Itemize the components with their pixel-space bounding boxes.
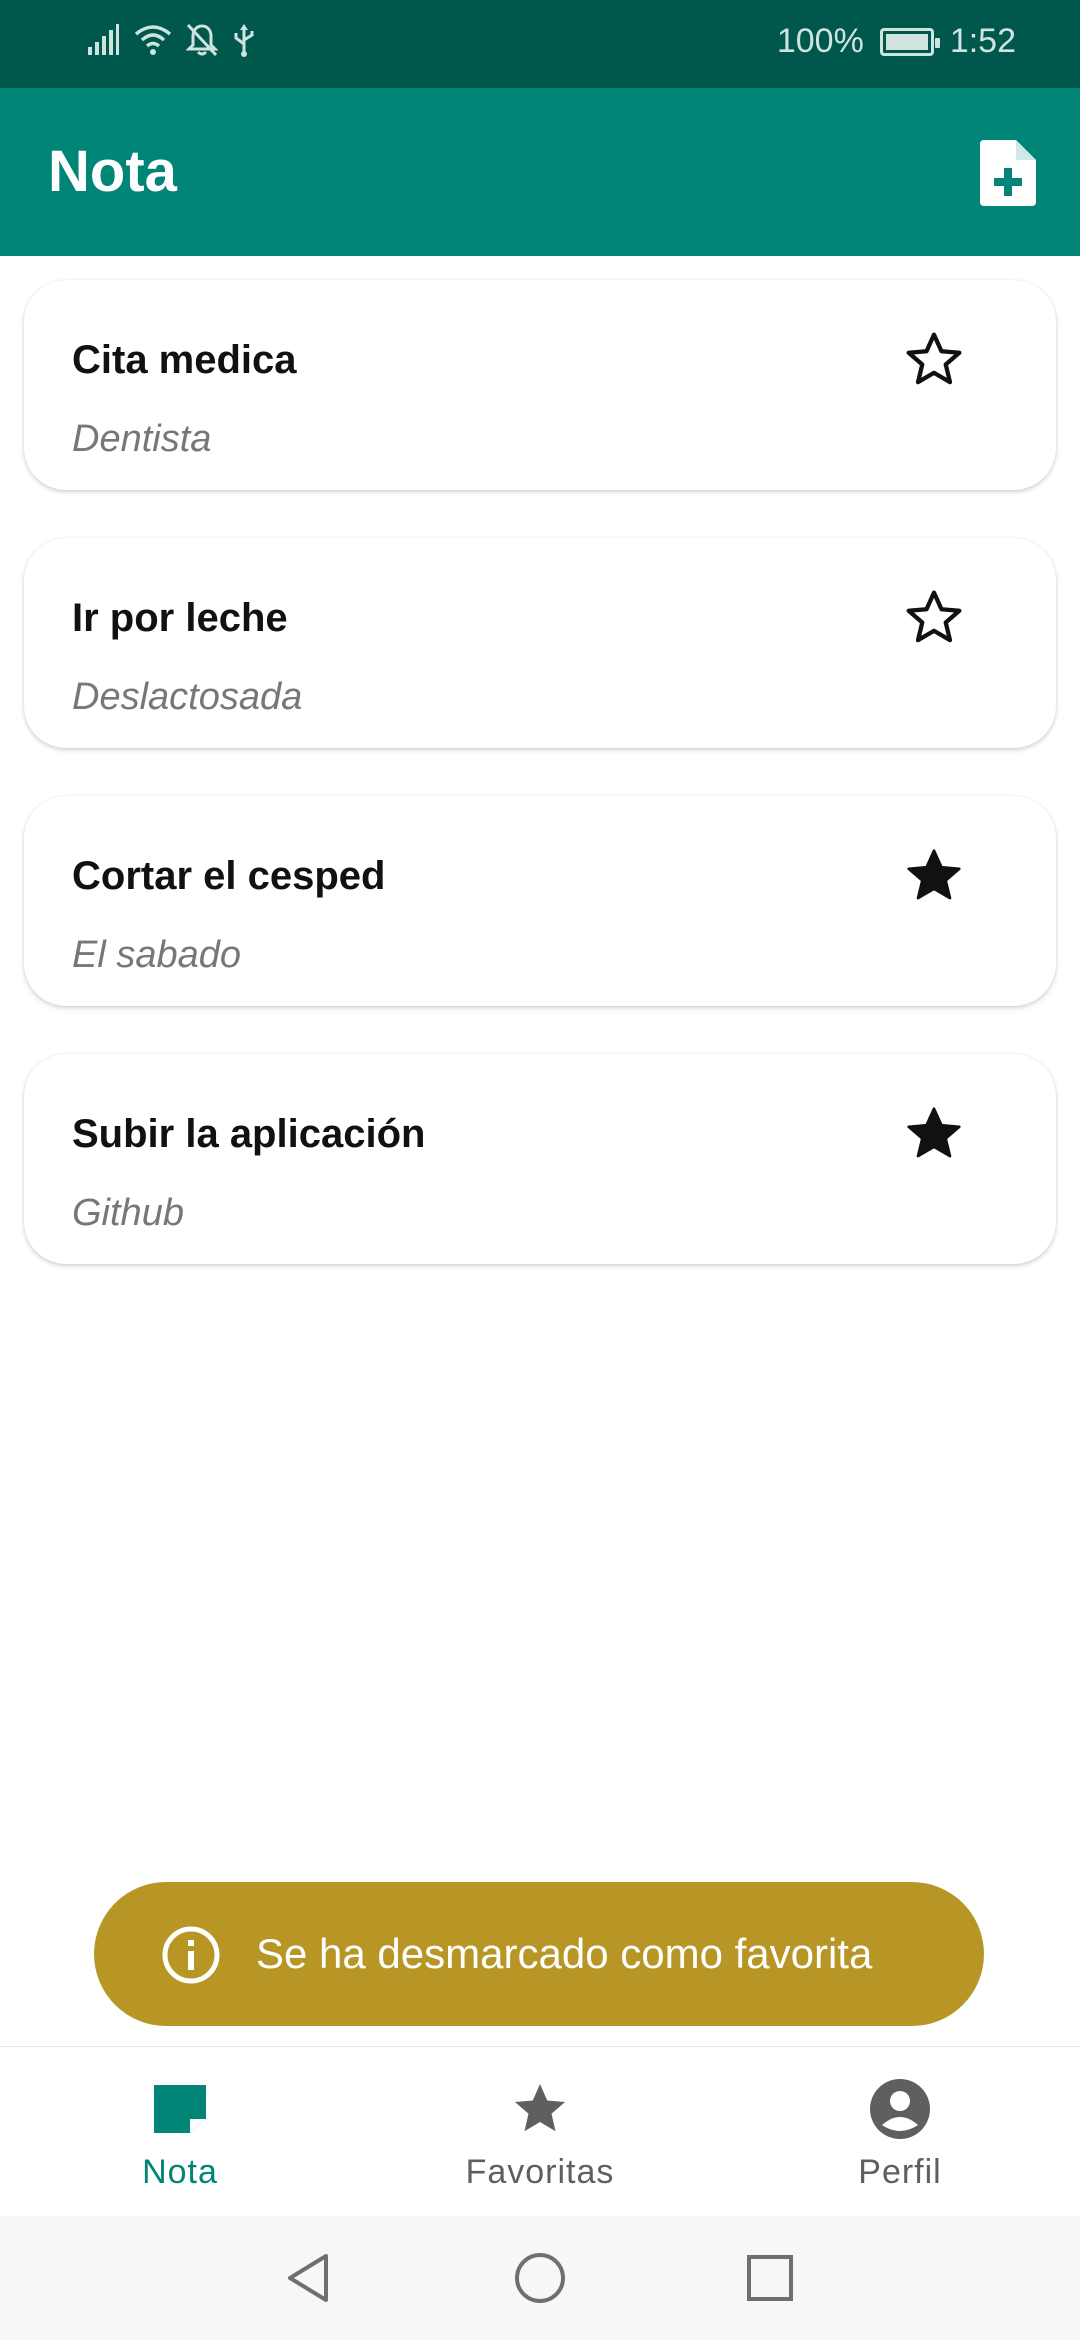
star-filled-icon[interactable] xyxy=(902,1102,966,1166)
note-title: Cita medica xyxy=(72,338,297,382)
home-icon[interactable] xyxy=(510,2248,570,2308)
app-bar: Nota xyxy=(0,88,1080,256)
nav-label: Perfil xyxy=(858,2153,942,2191)
clock: 1:52 xyxy=(949,22,1016,60)
page-title: Nota xyxy=(48,139,177,204)
note-subtitle: Deslactosada xyxy=(72,676,303,718)
note-subtitle: El sabado xyxy=(72,934,242,976)
star-icon xyxy=(515,2084,565,2132)
nav-item-nota[interactable]: Nota xyxy=(0,2047,360,2217)
system-navigation-bar xyxy=(0,2216,1080,2340)
nav-item-favoritas[interactable]: Favoritas xyxy=(360,2047,720,2217)
note-card[interactable]: Subir la aplicación Github xyxy=(24,1054,1056,1264)
nav-item-perfil[interactable]: Perfil xyxy=(720,2047,1080,2217)
note-card[interactable]: Ir por leche Deslactosada xyxy=(24,538,1056,748)
battery-icon xyxy=(879,27,940,56)
star-outline-icon[interactable] xyxy=(902,586,966,650)
note-card[interactable]: Cita medica Dentista xyxy=(24,280,1056,490)
nav-label: Nota xyxy=(142,2153,218,2191)
wifi-icon xyxy=(134,25,172,55)
status-icons xyxy=(86,22,256,58)
star-outline-icon[interactable] xyxy=(902,328,966,392)
note-icon xyxy=(154,2085,206,2133)
battery-percent: 100% xyxy=(776,22,864,60)
note-subtitle: Github xyxy=(72,1192,184,1234)
info-icon xyxy=(162,1926,220,1984)
status-bar: 100% 1:52 xyxy=(0,0,1080,88)
note-card[interactable]: Cortar el cesped El sabado xyxy=(24,796,1056,1006)
signal-icon xyxy=(88,24,119,55)
snackbar-message: Se ha desmarcado como favorita xyxy=(256,1930,873,1977)
bell-off-icon xyxy=(186,23,218,57)
back-icon[interactable] xyxy=(280,2248,340,2308)
note-subtitle: Dentista xyxy=(72,418,212,460)
bottom-navigation: Nota Favoritas Perfil xyxy=(0,2046,1080,2216)
note-title: Subir la aplicación xyxy=(72,1112,426,1156)
add-note-icon[interactable] xyxy=(980,140,1036,206)
account-icon xyxy=(870,2079,930,2139)
snackbar: Se ha desmarcado como favorita xyxy=(94,1882,984,2026)
note-title: Ir por leche xyxy=(72,596,288,640)
status-right: 100% 1:52 xyxy=(777,22,1016,61)
star-filled-icon[interactable] xyxy=(902,844,966,908)
note-title: Cortar el cesped xyxy=(72,854,386,898)
usb-icon xyxy=(234,24,254,57)
recents-icon[interactable] xyxy=(740,2248,800,2308)
nav-label: Favoritas xyxy=(465,2153,615,2191)
